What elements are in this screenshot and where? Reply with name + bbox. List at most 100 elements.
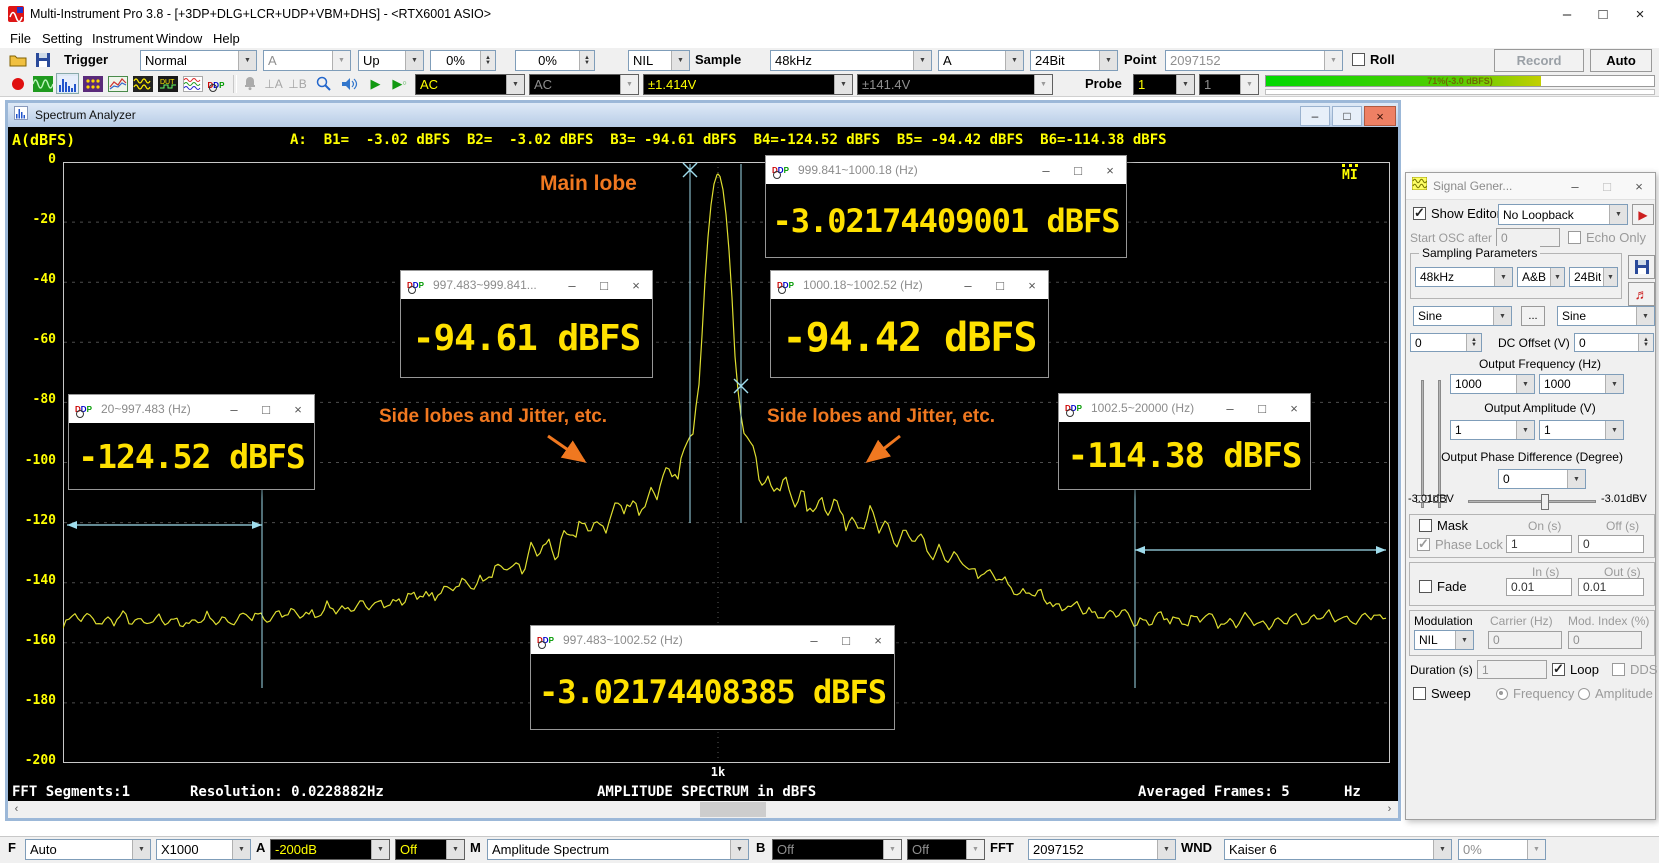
sound-output-icon[interactable]	[338, 73, 361, 94]
trigger-delay-spinner[interactable]: 0%▲▼	[515, 50, 595, 71]
frequency-axis-select[interactable]: Auto	[25, 839, 151, 860]
minimize-button[interactable]	[1030, 156, 1062, 184]
ddp-viewer-icon[interactable]: DDP	[206, 73, 229, 94]
waveform-more-button[interactable]: ...	[1521, 306, 1545, 326]
maximize-button[interactable]	[1591, 173, 1623, 199]
range-a-select[interactable]: ±1.414V	[643, 74, 853, 95]
scroll-left-icon[interactable]: ‹	[8, 801, 25, 818]
b-range-select[interactable]: Off	[772, 839, 902, 860]
spinner-arrows-icon[interactable]: ▲▼	[1466, 334, 1481, 351]
close-button[interactable]	[1016, 271, 1048, 299]
menu-setting[interactable]: Setting	[42, 31, 82, 46]
spinner-arrows-icon[interactable]: ▲▼	[579, 51, 594, 70]
calibration-a-icon[interactable]: ⊥A	[262, 73, 285, 94]
close-button[interactable]	[862, 626, 894, 654]
auto-button[interactable]: Auto	[1590, 49, 1652, 72]
spectrum-analyzer-icon[interactable]	[56, 73, 79, 94]
loopback-select[interactable]: No Loopback	[1498, 204, 1628, 225]
echo-only-checkbox[interactable]: Echo Only	[1568, 230, 1646, 245]
generator-channel-select[interactable]: A&B	[1517, 267, 1565, 287]
calibration-b-icon[interactable]: ⊥B	[286, 73, 309, 94]
ddp-window-low-band[interactable]: DDP 20~997.483 (Hz) -124.52 dBFS	[68, 394, 315, 490]
menu-file[interactable]: File	[10, 31, 31, 46]
fade-in-input[interactable]: 0.01	[1506, 578, 1572, 596]
trigger-hpf-select[interactable]: NIL	[628, 50, 690, 71]
spectrum-window-titlebar[interactable]: Spectrum Analyzer	[8, 103, 1398, 127]
run-single-icon[interactable]: ▶○	[388, 73, 411, 94]
signal-generator-titlebar[interactable]: Signal Gener...	[1406, 173, 1655, 200]
overlap-select[interactable]: 0%	[1458, 839, 1546, 860]
phase-lock-checkbox[interactable]: Phase Lock	[1417, 537, 1503, 552]
maximize-button[interactable]	[588, 271, 620, 299]
generator-run-button[interactable]: ▶	[1632, 204, 1654, 225]
ddp-titlebar[interactable]: DDP 1000.18~1002.52 (Hz)	[771, 271, 1048, 299]
a-compensation-select[interactable]: Off	[395, 839, 465, 860]
window-function-select[interactable]: Kaiser 6	[1224, 839, 1452, 860]
record-length-select[interactable]: 2097152	[1165, 50, 1343, 71]
spectrum-restore-button[interactable]	[1332, 106, 1362, 126]
alarm-icon[interactable]	[238, 73, 261, 94]
data-logger-icon[interactable]	[106, 73, 129, 94]
amplitude-fader-b[interactable]	[1438, 380, 1441, 508]
ddp-window-high-band[interactable]: DDP 1002.5~20000 (Hz) -114.38 dBFS	[1058, 393, 1311, 490]
device-test-plan-icon[interactable]: DUT	[156, 73, 179, 94]
close-button[interactable]	[620, 271, 652, 299]
trigger-source-select[interactable]: A	[263, 50, 351, 71]
a-range-select[interactable]: -200dB	[270, 839, 390, 860]
fade-out-input[interactable]: 0.01	[1578, 578, 1644, 596]
ddp-window-peak[interactable]: DDP 999.841~1000.18 (Hz) -3.02174409001 …	[765, 155, 1127, 258]
amplitude-a-select[interactable]: 1	[1450, 420, 1535, 440]
scrollbar-thumb[interactable]	[700, 802, 766, 817]
duration-input[interactable]: 1	[1477, 660, 1547, 679]
mask-off-input[interactable]: 0	[1578, 535, 1644, 553]
close-button[interactable]	[1623, 173, 1655, 199]
dds-checkbox[interactable]: DDS	[1612, 662, 1657, 677]
mask-checkbox[interactable]: Mask	[1419, 518, 1468, 533]
probe-b-select[interactable]: 1	[1199, 74, 1259, 95]
multimeter-icon[interactable]	[81, 73, 104, 94]
fade-checkbox[interactable]: Fade	[1419, 579, 1467, 594]
sample-rate-select[interactable]: 48kHz	[770, 50, 932, 71]
spectrum-minimize-button[interactable]	[1300, 106, 1330, 126]
maximize-button[interactable]	[1585, 0, 1621, 28]
carrier-input[interactable]: 0	[1488, 631, 1562, 649]
minimize-button[interactable]	[952, 271, 984, 299]
oscilloscope-icon[interactable]	[31, 73, 54, 94]
sweep-checkbox[interactable]: Sweep	[1413, 686, 1471, 701]
modulation-type-select[interactable]: NIL	[1414, 630, 1474, 650]
mask-on-input[interactable]: 1	[1506, 535, 1572, 553]
phase-select[interactable]: 0	[1498, 469, 1586, 489]
ddp-titlebar[interactable]: DDP 1002.5~20000 (Hz)	[1059, 394, 1310, 422]
maximize-button[interactable]	[1062, 156, 1094, 184]
coupling-b-select[interactable]: AC	[529, 74, 639, 95]
amplitude-b-select[interactable]: 1	[1539, 420, 1624, 440]
show-editor-checkbox[interactable]: Show Editor	[1413, 206, 1501, 221]
menu-instrument[interactable]: Instrument	[92, 31, 153, 46]
frequency-a-select[interactable]: 1000	[1450, 374, 1535, 394]
minimize-button[interactable]	[1559, 173, 1591, 199]
loop-checkbox[interactable]: Loop	[1552, 662, 1599, 677]
sweep-frequency-radio[interactable]: Frequency	[1496, 686, 1574, 701]
mod-index-input[interactable]: 0	[1568, 631, 1642, 649]
ddp-titlebar[interactable]: DDP 20~997.483 (Hz)	[69, 395, 314, 423]
close-button[interactable]	[1278, 394, 1310, 422]
maximize-button[interactable]	[830, 626, 862, 654]
close-button[interactable]	[1094, 156, 1126, 184]
range-b-select[interactable]: ±141.4V	[857, 74, 1053, 95]
trigger-mode-select[interactable]: Normal	[140, 50, 257, 71]
spectrum-close-button[interactable]	[1364, 106, 1396, 126]
frequency-b-select[interactable]: 1000	[1539, 374, 1624, 394]
waveform-a-select[interactable]: Sine	[1413, 306, 1512, 326]
menu-help[interactable]: Help	[213, 31, 240, 46]
record-button[interactable]: Record	[1494, 49, 1584, 72]
close-button[interactable]	[1621, 0, 1659, 28]
ddp-window-left-side[interactable]: DDP 997.483~999.841... -94.61 dBFS	[400, 270, 653, 378]
lcr-meter-icon[interactable]	[181, 73, 204, 94]
ddp-window-right-side[interactable]: DDP 1000.18~1002.52 (Hz) -94.42 dBFS	[770, 270, 1049, 378]
save-icon[interactable]	[31, 49, 54, 70]
close-button[interactable]	[282, 395, 314, 423]
amplitude-slider[interactable]	[1468, 500, 1596, 503]
spectrum-mode-select[interactable]: Amplitude Spectrum	[487, 839, 749, 860]
spectrum-3d-plot-icon[interactable]	[131, 73, 154, 94]
minimize-button[interactable]	[218, 395, 250, 423]
